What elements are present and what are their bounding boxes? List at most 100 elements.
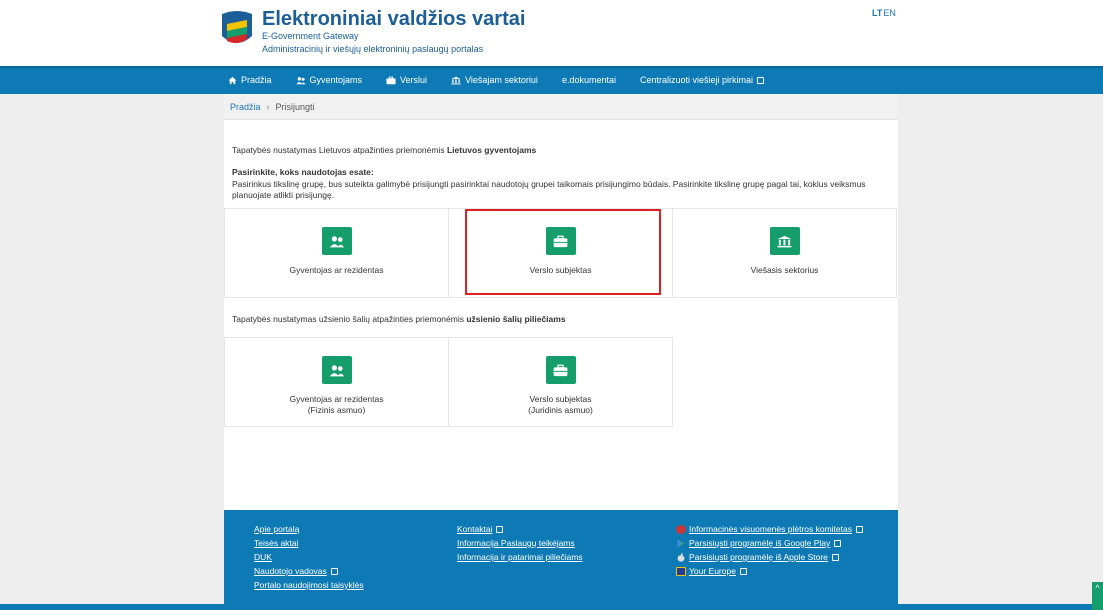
external-link-icon	[856, 525, 863, 533]
tile-label: Verslo subjektas	[529, 265, 592, 275]
tile-icon-badge	[321, 227, 352, 255]
tile-label: Gyventojas ar rezidentas (Fizinis asmuo)	[289, 394, 383, 416]
eu-flag-icon	[676, 566, 686, 576]
footer-col-external: Informacinės visuomenės plėtros komiteta…	[676, 524, 863, 580]
external-link-icon	[330, 567, 338, 575]
intro-bold: Lietuvos gyventojams	[446, 145, 537, 155]
footer-link-citizens[interactable]: Informacija ir patarimai piliečiams	[457, 552, 583, 562]
footer-col-info: Kontaktai Informacija Paslaugų teikėjams…	[457, 524, 583, 566]
tile-business[interactable]: Verslo subjektas	[448, 208, 673, 298]
link-text: Your Europe	[689, 566, 736, 576]
external-link-icon	[834, 539, 842, 547]
footer-link-contacts[interactable]: Kontaktai	[457, 524, 583, 534]
nav-label: Pradžia	[241, 75, 272, 85]
site-footer: Apie portalą Teisės aktai DUK Naudotojo …	[224, 510, 898, 610]
intro-text: Tapatybės nustatymas Lietuvos atpažintie…	[232, 145, 447, 155]
tile-icon-badge	[321, 356, 352, 384]
link-text: Naudotojo vadovas	[254, 566, 327, 576]
tile-icon-badge	[769, 227, 800, 255]
footer-link-providers[interactable]: Informacija Paslaugų teikėjams	[457, 538, 583, 548]
tile-label-sub: (Fizinis asmuo)	[307, 405, 366, 415]
intro-text: Tapatybės nustatymas užsienio šalių atpa…	[232, 314, 467, 324]
tiles-foreign: Gyventojas ar rezidentas (Fizinis asmuo)…	[224, 337, 673, 427]
committee-logo-icon	[676, 524, 686, 534]
link-text: Kontaktai	[457, 524, 493, 534]
section-lt-intro: Tapatybės nustatymas Lietuvos atpažintie…	[232, 145, 536, 156]
breadcrumb-current: Prisijungti	[275, 101, 315, 112]
footer-link-your-europe[interactable]: Your Europe	[676, 566, 863, 576]
institution-icon	[777, 235, 792, 247]
people-icon	[329, 364, 344, 376]
tile-label-sub: (Juridinis asmuo)	[528, 405, 593, 415]
site-subtitle-lt: Administracinių ir viešųjų elektroninių …	[262, 44, 484, 54]
scroll-to-top-button[interactable]: ^	[1092, 582, 1103, 610]
footer-link-committee[interactable]: Informacinės visuomenės plėtros komiteta…	[676, 524, 863, 534]
lang-lt-link[interactable]: LT	[872, 8, 882, 18]
apple-icon	[677, 552, 685, 562]
footer-link-legal[interactable]: Teisės aktai	[254, 538, 364, 548]
bottom-strip	[0, 604, 1103, 610]
people-icon	[295, 76, 306, 84]
tile-label-main: Verslo subjektas	[529, 394, 592, 404]
breadcrumb-separator: ›	[266, 101, 270, 112]
external-link-icon	[831, 553, 839, 561]
nav-item-public-sector[interactable]: Viešajam sektoriui	[451, 75, 538, 85]
breadcrumb-home-link[interactable]: Pradžia	[230, 102, 261, 112]
people-icon	[329, 235, 344, 247]
choose-heading: Pasirinkite, koks naudotojas esate:	[232, 167, 374, 177]
footer-link-google-play[interactable]: Parsisiųsti programėlę iš Google Play	[676, 538, 863, 548]
nav-label: Gyventojams	[309, 75, 363, 85]
home-icon	[228, 76, 237, 84]
google-play-icon	[677, 538, 685, 548]
section-foreign-intro: Tapatybės nustatymas užsienio šalių atpa…	[232, 314, 566, 325]
external-link-icon	[757, 76, 765, 84]
breadcrumb: Pradžia › Prisijungti	[224, 94, 898, 120]
tile-icon-badge	[545, 356, 576, 384]
tile-icon-badge	[545, 227, 576, 255]
nav-item-home[interactable]: Pradžia	[228, 75, 272, 85]
nav-label: Verslui	[400, 75, 428, 85]
external-link-icon	[496, 525, 504, 533]
tile-label: Gyventojas ar rezidentas	[289, 265, 384, 275]
intro-bold: užsienio šalių piliečiams	[466, 314, 566, 324]
tile-foreign-business[interactable]: Verslo subjektas (Juridinis asmuo)	[448, 337, 673, 427]
tile-foreign-resident[interactable]: Gyventojas ar rezidentas (Fizinis asmuo)	[224, 337, 449, 427]
language-switcher: LTEN	[872, 8, 896, 18]
site-logo[interactable]	[220, 10, 254, 48]
nav-item-residents[interactable]: Gyventojams	[295, 75, 363, 85]
footer-col-about: Apie portalą Teisės aktai DUK Naudotojo …	[254, 524, 364, 594]
footer-link-apple-store[interactable]: Parsisiųsti programėlę iš Apple Store	[676, 552, 863, 562]
briefcase-icon	[386, 76, 396, 84]
tile-label: Verslo subjektas (Juridinis asmuo)	[528, 394, 593, 416]
footer-link-faq[interactable]: DUK	[254, 552, 364, 562]
tiles-lt: Gyventojas ar rezidentas Verslo subjekta…	[224, 208, 897, 298]
lang-en-link[interactable]: EN	[883, 8, 896, 18]
site-subtitle-en: E-Government Gateway	[262, 31, 359, 41]
site-header: Elektroniniai valdžios vartai E-Governme…	[0, 0, 1103, 66]
footer-link-terms[interactable]: Portalo naudojimosi taisyklės	[254, 580, 364, 590]
nav-item-edocuments[interactable]: e.dokumentai	[562, 75, 616, 85]
tile-resident[interactable]: Gyventojas ar rezidentas	[224, 208, 449, 298]
nav-label: e.dokumentai	[561, 75, 616, 85]
footer-link-user-guide[interactable]: Naudotojo vadovas	[254, 566, 364, 576]
choose-description: Pasirinkus tikslinę grupę, bus suteikta …	[232, 179, 866, 200]
tile-label: Viešasis sektorius	[750, 265, 819, 275]
institution-icon	[451, 76, 461, 84]
nav-label: Viešajam sektoriui	[465, 75, 538, 85]
main-content	[224, 94, 898, 510]
link-text: Parsisiųsti programėlę iš Apple Store	[689, 552, 828, 562]
nav-label: Centralizuoti viešieji pirkimai	[639, 75, 754, 85]
link-text: Parsisiųsti programėlę iš Google Play	[689, 538, 831, 548]
chevron-up-icon: ^	[1095, 583, 1100, 593]
main-nav: Pradžia Gyventojams Verslui Viešajam sek…	[228, 66, 788, 94]
briefcase-icon	[553, 235, 568, 247]
briefcase-icon	[553, 364, 568, 376]
site-title[interactable]: Elektroniniai valdžios vartai	[262, 8, 525, 31]
tile-label-main: Gyventojas ar rezidentas	[289, 394, 384, 404]
external-link-icon	[739, 567, 747, 575]
nav-item-business[interactable]: Verslui	[386, 75, 427, 85]
footer-link-about[interactable]: Apie portalą	[254, 524, 364, 534]
tile-public-sector[interactable]: Viešasis sektorius	[672, 208, 897, 298]
nav-item-procurement[interactable]: Centralizuoti viešieji pirkimai	[639, 75, 765, 85]
link-text: Informacinės visuomenės plėtros komiteta…	[689, 524, 852, 534]
